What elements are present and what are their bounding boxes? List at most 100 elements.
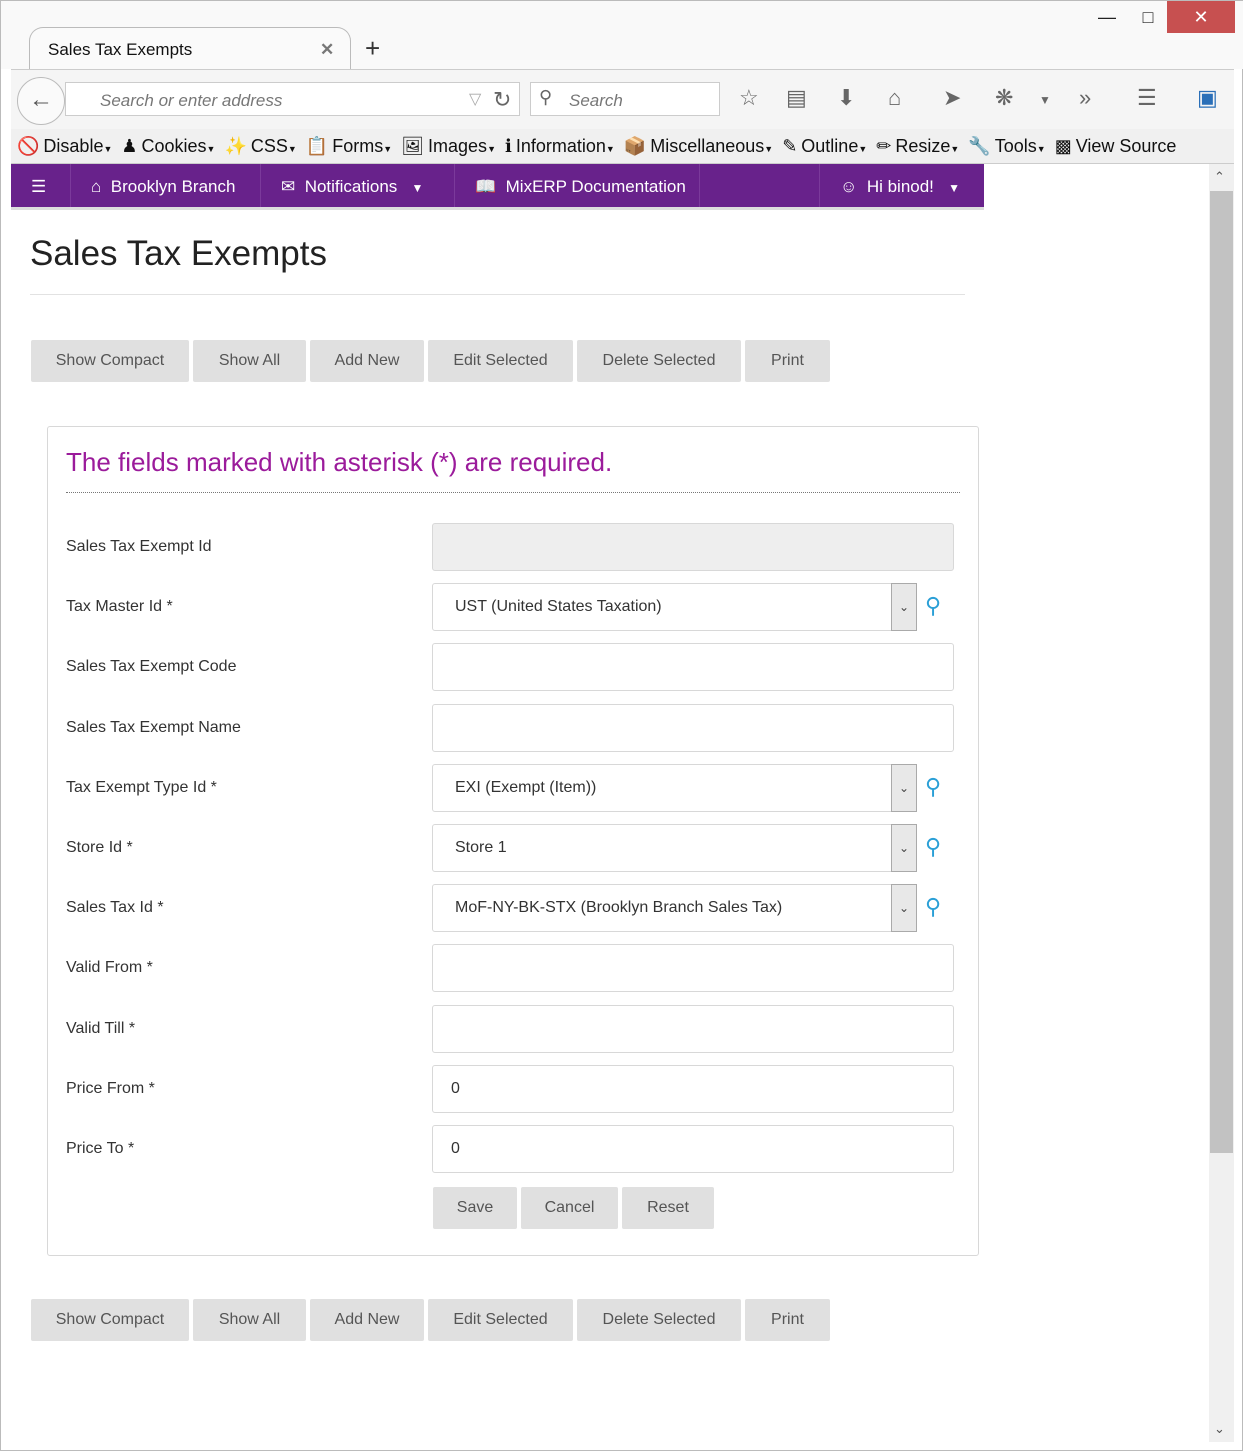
- send-icon[interactable]: ➤: [943, 85, 961, 111]
- firebug-icon[interactable]: ❋: [995, 85, 1013, 111]
- sales-tax-exempt-id-input: [432, 523, 954, 571]
- show-all-button[interactable]: Show All: [193, 340, 306, 382]
- delete-selected-button[interactable]: Delete Selected: [577, 340, 741, 382]
- bookmark-miscellaneous[interactable]: 📦 Miscellaneous▼: [624, 136, 773, 156]
- reload-icon[interactable]: ↻: [493, 87, 511, 113]
- menu-toggle[interactable]: ☰: [11, 164, 71, 207]
- reset-button[interactable]: Reset: [622, 1187, 714, 1229]
- home-icon[interactable]: ⌂: [888, 85, 901, 111]
- back-button[interactable]: ←: [17, 77, 65, 125]
- bookmark-resize[interactable]: ✏ Resize▼: [876, 136, 959, 156]
- caret-icon: ▼: [1036, 144, 1046, 154]
- bookmark-tools[interactable]: 🔧 Tools▼: [968, 136, 1045, 156]
- divider: [30, 294, 965, 295]
- caret-icon: ▼: [103, 144, 113, 154]
- close-tab-icon[interactable]: ✕: [320, 40, 334, 60]
- close-window-button[interactable]: ✕: [1167, 1, 1235, 33]
- scroll-down-icon[interactable]: ⌄: [1214, 1421, 1225, 1437]
- documentation-link[interactable]: 📖 MixERP Documentation: [455, 164, 700, 207]
- edit-selected-button[interactable]: Edit Selected: [428, 1299, 573, 1341]
- save-button[interactable]: Save: [433, 1187, 517, 1229]
- sales-tax-exempt-code-input[interactable]: [432, 643, 954, 692]
- bookmark-label: Outline: [801, 136, 859, 156]
- bookmark-view-source[interactable]: ▩ View Source: [1055, 136, 1177, 156]
- maximize-button[interactable]: □: [1125, 1, 1171, 33]
- caret-icon: ▼: [383, 144, 393, 154]
- show-compact-button[interactable]: Show Compact: [31, 1299, 189, 1341]
- caret-icon: ▼: [950, 144, 960, 154]
- valid-from-input[interactable]: [432, 944, 954, 993]
- valid-till-label: Valid Till *: [66, 1019, 136, 1037]
- scrollbar-thumb[interactable]: [1210, 191, 1233, 1153]
- magnifier-icon[interactable]: ⚲: [925, 774, 941, 800]
- add-new-button[interactable]: Add New: [310, 340, 424, 382]
- dropdown-icon[interactable]: ▽: [469, 89, 481, 109]
- bookmark-icon: 📦: [623, 136, 647, 156]
- bookmark-icon: 🚫: [17, 136, 40, 156]
- cancel-button[interactable]: Cancel: [521, 1187, 618, 1229]
- tab-sales-tax-exempts[interactable]: Sales Tax Exempts ✕: [29, 27, 351, 71]
- add-new-button[interactable]: Add New: [310, 1299, 424, 1341]
- show-compact-button[interactable]: Show Compact: [31, 340, 189, 382]
- bookmark-icon: 🔧: [968, 136, 991, 156]
- address-bar[interactable]: Search or enter address: [65, 82, 520, 116]
- bookmark-outline[interactable]: ✎ Outline▼: [782, 136, 867, 156]
- overflow-icon[interactable]: »: [1079, 85, 1091, 111]
- bookmark-label: CSS: [250, 136, 288, 156]
- tax-exempt-type-id-label: Tax Exempt Type Id *: [66, 778, 217, 796]
- price-to-label: Price To *: [66, 1140, 135, 1157]
- envelope-icon: ✉: [281, 177, 296, 196]
- bookmarks-list-icon[interactable]: ▤: [786, 85, 807, 111]
- chevron-down-icon[interactable]: ⌄: [891, 583, 917, 632]
- nav-spacer: [700, 164, 820, 207]
- sales-tax-exempt-name-input[interactable]: [432, 703, 954, 752]
- chevron-down-icon[interactable]: ⌄: [891, 763, 917, 812]
- valid-till-input[interactable]: [432, 1004, 954, 1053]
- tax-master-id-select[interactable]: UST (United States Taxation): [432, 583, 917, 632]
- screenshot-icon[interactable]: ▣: [1197, 85, 1218, 111]
- search-input[interactable]: Search: [530, 82, 720, 116]
- bookmark-cookies[interactable]: ♟ Cookies▼: [121, 136, 215, 156]
- tax-exempt-type-id-select[interactable]: EXI (Exempt (Item)): [432, 763, 917, 812]
- chevron-down-icon[interactable]: ⌄: [891, 884, 917, 933]
- bookmark-star-icon[interactable]: ☆: [739, 85, 759, 111]
- bookmark-css[interactable]: ✨ CSS▼: [224, 136, 296, 156]
- price-to-input[interactable]: 0: [432, 1125, 954, 1173]
- store-id-label: Store Id *: [66, 839, 133, 856]
- divider: [66, 492, 960, 493]
- minimize-button[interactable]: —: [1084, 1, 1130, 33]
- magnifier-icon[interactable]: ⚲: [925, 894, 941, 920]
- menu-icon[interactable]: ☰: [1137, 85, 1157, 111]
- search-icon: ⚲: [539, 87, 553, 107]
- notifications-label: Notifications: [304, 177, 398, 196]
- bookmark-forms[interactable]: 📋 Forms▼: [306, 136, 392, 156]
- bookmark-label: Forms: [332, 136, 384, 156]
- scroll-up-icon[interactable]: ⌃: [1214, 169, 1225, 185]
- show-all-button[interactable]: Show All: [193, 1299, 306, 1341]
- edit-selected-button[interactable]: Edit Selected: [428, 340, 573, 382]
- caret-icon: ▼: [605, 144, 615, 154]
- delete-selected-button[interactable]: Delete Selected: [577, 1299, 741, 1341]
- chevron-down-icon[interactable]: ⌄: [891, 824, 917, 872]
- notifications-menu[interactable]: ✉ Notifications ▼: [261, 164, 455, 207]
- bookmark-information[interactable]: ℹ Information▼: [505, 136, 615, 156]
- bookmark-label: Disable: [43, 136, 104, 156]
- bookmark-label: Resize: [895, 136, 951, 156]
- store-id-select[interactable]: Store 1: [432, 824, 917, 872]
- bookmark-images[interactable]: 🖼 Images▼: [401, 136, 496, 156]
- price-from-input[interactable]: 0: [432, 1064, 954, 1113]
- sales-tax-id-select[interactable]: MoF-NY-BK-STX (Brooklyn Branch Sales Tax…: [432, 884, 917, 933]
- firebug-dropdown-icon[interactable]: ▼: [1039, 93, 1051, 107]
- valid-from-label: Valid From *: [66, 959, 153, 977]
- documentation-label: MixERP Documentation: [505, 177, 686, 196]
- bookmark-disable[interactable]: 🚫 Disable▼: [17, 136, 112, 156]
- user-menu[interactable]: ☺ Hi binod! ▼: [820, 164, 984, 207]
- magnifier-icon[interactable]: ⚲: [925, 593, 941, 619]
- branch-link[interactable]: ⌂ Brooklyn Branch: [71, 164, 261, 207]
- download-icon[interactable]: ⬇: [837, 85, 855, 111]
- print-button[interactable]: Print: [745, 340, 830, 382]
- magnifier-icon[interactable]: ⚲: [925, 834, 941, 860]
- new-tab-button[interactable]: +: [365, 33, 380, 64]
- print-button[interactable]: Print: [745, 1299, 830, 1341]
- sales-tax-exempt-code-label: Sales Tax Exempt Code: [66, 658, 237, 676]
